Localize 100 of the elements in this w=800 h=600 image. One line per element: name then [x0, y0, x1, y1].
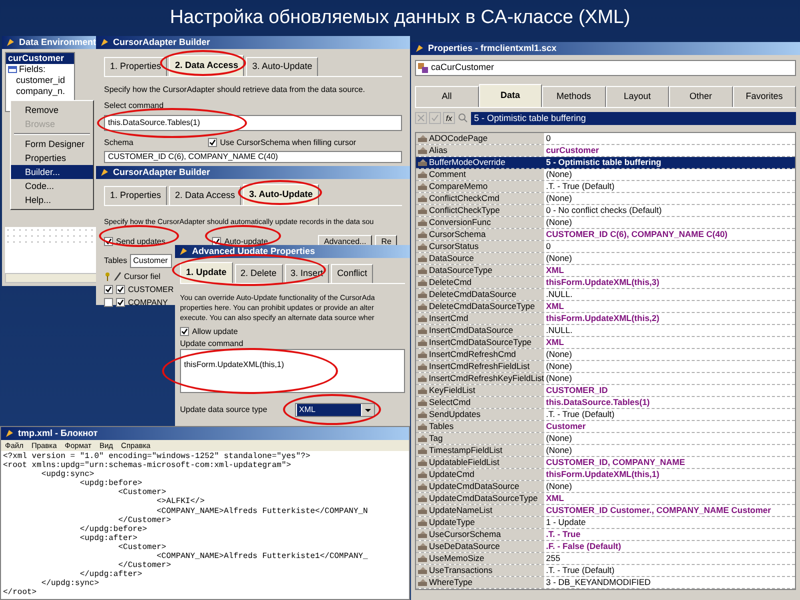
property-value[interactable]: CUSTOMER_ID [544, 384, 608, 396]
menu-item[interactable]: Remove [11, 103, 93, 117]
property-name[interactable]: Tables [429, 420, 454, 432]
property-icon [418, 446, 427, 454]
tab[interactable]: 3. Auto-Update [243, 184, 319, 204]
property-icon [418, 578, 427, 586]
property-name[interactable]: BufferModeOverride [429, 156, 506, 168]
menu-item[interactable]: Builder... [11, 165, 93, 179]
property-value[interactable]: (None) [544, 252, 572, 264]
object-combo[interactable]: caCurCustomer [415, 60, 796, 76]
property-value[interactable]: (None) [544, 480, 572, 492]
property-icon [418, 158, 427, 166]
property-value[interactable]: thisForm.UpdateXML(this,2) [544, 312, 660, 324]
property-value[interactable]: 1 - Update [544, 516, 586, 528]
property-icon [418, 422, 427, 430]
pencil-icon [114, 272, 121, 281]
tab[interactable]: 2. Delete [234, 264, 283, 282]
code-line: <COMPANY_NAME>Alfreds Futterkiste1</COMPANY_ [156, 552, 369, 562]
search-icon[interactable] [457, 112, 469, 124]
property-value[interactable]: 0 - No conflict checks (Default) [544, 204, 662, 216]
checkbox[interactable] [104, 298, 113, 307]
property-icon [418, 230, 427, 238]
property-value[interactable]: (None) [544, 192, 572, 204]
tab[interactable]: All [415, 86, 478, 106]
property-value[interactable]: 5 - Optimistic table buffering [544, 156, 662, 168]
property-value[interactable]: thisForm.UpdateXML(this,3) [544, 276, 660, 288]
property-value[interactable]: 0 [544, 240, 551, 252]
field-item[interactable]: customer_id [6, 75, 74, 86]
menu-item[interactable]: Properties [11, 151, 93, 165]
property-value[interactable]: XML [544, 492, 564, 504]
property-value[interactable]: (None) [544, 360, 572, 372]
property-value[interactable]: .T. - True (Default) [544, 180, 614, 192]
data-source-type-select[interactable]: XML [295, 402, 375, 416]
property-value[interactable]: 0 [544, 132, 551, 144]
menu-item[interactable]: Code... [11, 179, 93, 193]
update-command-field[interactable]: thisForm.UpdateXML(this,1) [180, 348, 405, 392]
tab[interactable]: Data [478, 84, 542, 106]
schema-field[interactable]: CUSTOMER_ID C(6), COMPANY_NAME C(40) [104, 150, 402, 162]
tab[interactable]: 3. Insert [284, 264, 330, 282]
property-value[interactable]: .NULL. [544, 324, 572, 336]
tables-label: Tables [104, 254, 128, 266]
property-value[interactable]: XML [544, 264, 564, 276]
value-edit-field[interactable]: 5 - Optimistic table buffering [471, 112, 796, 124]
property-value[interactable]: .T. - True (Default) [544, 408, 614, 420]
window-title: Data Environment [18, 38, 96, 47]
checkbox[interactable] [104, 285, 113, 294]
select-command-field[interactable]: this.DataSource.Tables(1) [104, 114, 402, 130]
property-value[interactable]: curCustomer [544, 144, 599, 156]
checkbox[interactable] [208, 138, 217, 147]
property-value[interactable]: CUSTOMER_ID C(6), COMPANY_NAME C(40) [544, 228, 728, 240]
tab[interactable]: 1. Properties [104, 186, 168, 204]
property-icon [418, 518, 427, 526]
tables-field[interactable]: Customer [130, 254, 172, 268]
check-icon[interactable] [429, 112, 441, 124]
property-value[interactable]: XML [544, 336, 564, 348]
property-value[interactable]: XML [544, 300, 564, 312]
tab[interactable]: 1. Properties [104, 57, 168, 76]
tab[interactable]: Methods [542, 86, 606, 106]
property-value[interactable]: 255 [544, 552, 560, 564]
menu-item[interactable]: Form Designer [11, 137, 93, 151]
property-value[interactable]: (None) [544, 216, 572, 228]
tab[interactable]: 3. Auto-Update [246, 57, 318, 76]
tab[interactable]: Layout [606, 86, 669, 106]
property-value[interactable]: Customer [544, 420, 586, 432]
property-value[interactable]: (None) [544, 372, 572, 384]
property-icon [418, 530, 427, 538]
property-value[interactable]: thisForm.UpdateXML(this,1) [544, 468, 660, 480]
property-value[interactable]: this.DataSource.Tables(1) [544, 396, 650, 408]
property-value[interactable]: CUSTOMER_ID Customer., COMPANY_NAME Customer [544, 504, 771, 516]
property-name[interactable]: Tag [429, 432, 443, 444]
description-text: Specify how the CursorAdapter should retrieve data from the data source. [104, 84, 366, 94]
function-button[interactable]: fx [443, 112, 455, 124]
property-value[interactable]: .F. - False (Default) [544, 540, 622, 552]
menu-item[interactable]: Help... [11, 193, 93, 207]
checkbox[interactable] [116, 298, 125, 307]
key-icon [104, 272, 111, 281]
property-value[interactable]: .T. - True (Default) [544, 564, 614, 576]
property-value[interactable]: (None) [544, 444, 572, 456]
property-value[interactable]: CUSTOMER_ID, COMPANY_NAME [544, 456, 686, 468]
tab[interactable]: 1. Update [180, 262, 233, 282]
property-value[interactable]: .NULL. [544, 288, 572, 300]
property-value[interactable]: (None) [544, 168, 572, 180]
tab[interactable]: Favorites [732, 86, 796, 106]
tab[interactable]: 2. Data Access [169, 55, 244, 76]
property-name[interactable]: Alias [429, 144, 448, 156]
tab[interactable]: 2. Data Access [169, 186, 242, 204]
tab[interactable]: Conflict [331, 264, 374, 282]
field-item[interactable]: company_n. [6, 86, 74, 97]
horizontal-scrollbar[interactable] [5, 273, 97, 283]
property-value[interactable]: (None) [544, 348, 572, 360]
checkbox[interactable] [180, 327, 189, 336]
property-icon [418, 278, 427, 286]
property-value[interactable]: (None) [544, 432, 572, 444]
property-value[interactable]: .T. - True [544, 528, 580, 540]
property-icon [418, 398, 427, 406]
table-icon [8, 66, 17, 73]
app-icon [179, 247, 188, 256]
checkbox[interactable] [116, 285, 125, 294]
property-value[interactable]: 3 - DB_KEYANDMODIFIED [544, 576, 651, 588]
tab[interactable]: Other [669, 86, 732, 106]
